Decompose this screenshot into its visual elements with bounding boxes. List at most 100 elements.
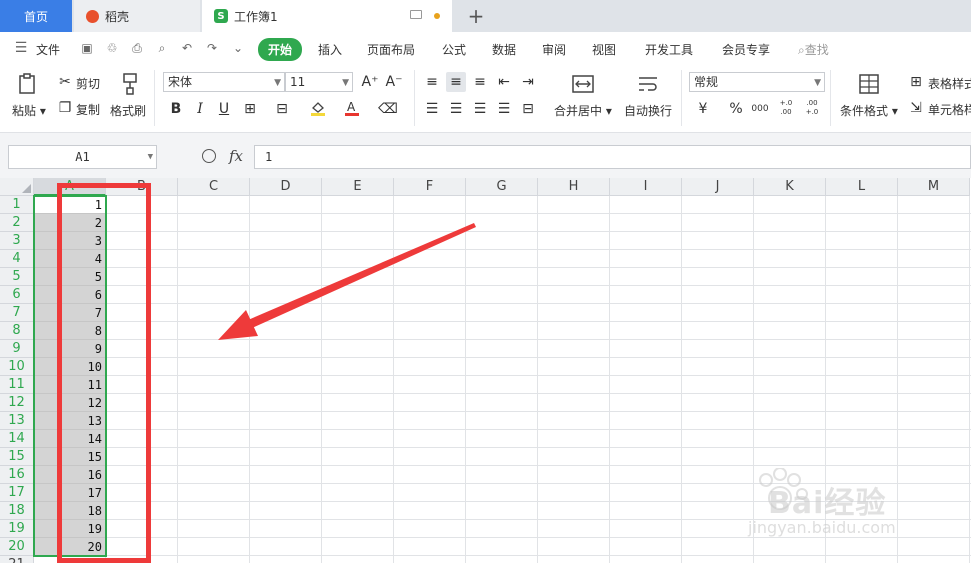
paste-icon[interactable] bbox=[16, 72, 40, 96]
hamburger-icon[interactable]: ☰ bbox=[14, 41, 28, 55]
redo-icon[interactable]: ↷ bbox=[205, 41, 219, 55]
menu-page-layout[interactable]: 页面布局 bbox=[367, 41, 415, 58]
align-left-icon[interactable]: ☰ bbox=[422, 99, 442, 119]
font-name-select[interactable]: 宋体 ▼ bbox=[163, 72, 285, 92]
new-tab-button[interactable]: + bbox=[462, 0, 490, 32]
svg-text:A: A bbox=[347, 100, 356, 114]
spreadsheet-window: 首页 稻壳 S 工作簿1 + ☰ 文件 ▣ ♲ ⎙ ⌕ ↶ ↷ ⌄ 开始 插入 … bbox=[0, 0, 971, 563]
print-icon[interactable]: ⎙ bbox=[130, 41, 144, 55]
fill-color-icon[interactable] bbox=[308, 99, 328, 119]
function-icon[interactable]: fx bbox=[229, 147, 243, 165]
watermark-url: jingyan.baidu.com bbox=[748, 518, 896, 537]
zoom-icon[interactable] bbox=[202, 149, 216, 163]
underline-icon[interactable]: U bbox=[214, 99, 234, 119]
name-box[interactable]: A1 ▼ bbox=[8, 145, 157, 169]
menu-file[interactable]: 文件 bbox=[36, 41, 60, 58]
chevron-down-icon: ▼ bbox=[147, 152, 153, 162]
bold-icon[interactable]: B bbox=[166, 99, 186, 119]
chevron-down-icon: ▼ bbox=[814, 78, 821, 88]
chevron-down-icon: ▼ bbox=[342, 78, 349, 88]
conditional-format-button[interactable]: 条件格式 ▾ bbox=[840, 102, 898, 119]
scissors-icon: ✂ bbox=[59, 74, 71, 90]
formula-input[interactable]: 1 bbox=[254, 145, 971, 169]
undo-icon[interactable]: ↶ bbox=[180, 41, 194, 55]
tab-workbook-label: 工作簿1 bbox=[234, 9, 278, 24]
align-top-icon[interactable]: ≡ bbox=[422, 72, 442, 92]
ribbon-divider bbox=[681, 70, 682, 126]
menu-member[interactable]: 会员专享 bbox=[722, 41, 770, 58]
merge-center-button[interactable]: 合并居中 ▾ bbox=[554, 102, 612, 119]
tab-home[interactable]: 首页 bbox=[0, 0, 72, 32]
spreadsheet-file-icon: S bbox=[214, 9, 228, 23]
thousands-icon[interactable]: 000 bbox=[750, 99, 770, 119]
cell-style-button[interactable]: 单元格样式 bbox=[928, 101, 971, 118]
increase-decimal-icon[interactable]: +.0 .00 bbox=[776, 99, 796, 119]
screen-icon[interactable] bbox=[410, 10, 422, 19]
menu-review[interactable]: 审阅 bbox=[542, 41, 566, 58]
tab-home-label: 首页 bbox=[23, 9, 48, 24]
search-label: 查找 bbox=[804, 43, 829, 57]
justify-icon[interactable]: ☰ bbox=[494, 99, 514, 119]
indent-increase-icon[interactable]: ⇥ bbox=[518, 72, 538, 92]
ribbon-toolbar: 粘贴 ▾ ✂ 剪切 ❐ 复制 格式刷 宋体 ▼ 11 ▼ A⁺ A⁻ B I U ⊞… bbox=[0, 66, 971, 132]
font-size-select[interactable]: 11 ▼ bbox=[285, 72, 353, 92]
format-painter-button[interactable]: 格式刷 bbox=[110, 102, 146, 119]
font-shrink-icon[interactable]: A⁻ bbox=[384, 72, 404, 92]
merge-center-label: 合并居中 bbox=[554, 104, 603, 118]
decrease-decimal-icon[interactable]: .00 +.0 bbox=[802, 99, 822, 119]
daoke-logo-icon bbox=[86, 9, 99, 23]
conditional-format-label: 条件格式 bbox=[840, 104, 889, 118]
format-painter-icon bbox=[118, 72, 142, 96]
increase-decimal-label: +.0 .00 bbox=[779, 99, 793, 116]
thousands-label: 000 bbox=[751, 104, 769, 114]
cloud-icon[interactable]: ♲ bbox=[105, 41, 119, 55]
plus-icon: + bbox=[467, 4, 485, 28]
cut-button[interactable]: 剪切 bbox=[76, 75, 100, 92]
customize-icon[interactable]: ⌄ bbox=[231, 41, 245, 55]
menu-start[interactable]: 开始 bbox=[258, 38, 303, 61]
align-bottom-icon[interactable]: ≡ bbox=[470, 72, 490, 92]
tab-workbook[interactable]: S 工作簿1 bbox=[202, 0, 452, 32]
merge-center-icon bbox=[571, 72, 595, 96]
align-center-icon[interactable]: ☰ bbox=[446, 99, 466, 119]
sheet-grid[interactable]: A B C D E F G H I J K L M 1 2 3 4 5 6 7 8 9 10 11 12 13 14 15 16 17 18… bbox=[0, 178, 971, 563]
percent-label: % bbox=[729, 101, 743, 117]
wrap-text-button[interactable]: 自动换行 bbox=[624, 102, 672, 119]
font-grow-icon[interactable]: A⁺ bbox=[360, 72, 380, 92]
ribbon-divider bbox=[154, 70, 155, 126]
search-icon: ⌕ bbox=[798, 43, 805, 57]
paste-button[interactable]: 粘贴 ▾ bbox=[12, 102, 46, 119]
border-icon[interactable]: ⊞ bbox=[240, 99, 260, 119]
print-preview-icon[interactable]: ⌕ bbox=[155, 41, 169, 55]
menu-search[interactable]: ⌕查找 bbox=[798, 41, 829, 58]
paste-label: 粘贴 bbox=[12, 104, 37, 118]
font-color-icon[interactable]: A bbox=[342, 99, 362, 119]
tab-daoke[interactable]: 稻壳 bbox=[74, 0, 200, 32]
table-style-button[interactable]: 表格样式 bbox=[928, 75, 971, 92]
currency-icon[interactable]: ¥ bbox=[693, 99, 713, 119]
cell-style-icon: ⇲ bbox=[910, 100, 922, 116]
percent-icon[interactable]: % bbox=[726, 99, 746, 119]
copy-icon: ❐ bbox=[58, 100, 72, 116]
menu-data[interactable]: 数据 bbox=[492, 41, 516, 58]
conditional-format-icon bbox=[857, 72, 881, 96]
menu-formula[interactable]: 公式 bbox=[442, 41, 466, 58]
strikethrough-icon[interactable]: ⊟ bbox=[272, 99, 292, 119]
font-name-value: 宋体 bbox=[168, 75, 193, 89]
number-format-select[interactable]: 常规 ▼ bbox=[689, 72, 825, 92]
watermark-brand: Bai经验 bbox=[768, 486, 887, 521]
distributed-icon[interactable]: ⊟ bbox=[518, 99, 538, 119]
eraser-icon[interactable]: ⌫ bbox=[378, 99, 398, 119]
tab-bar: 首页 稻壳 S 工作簿1 + bbox=[0, 0, 971, 32]
menu-dev-tools[interactable]: 开发工具 bbox=[645, 41, 693, 58]
menu-view[interactable]: 视图 bbox=[592, 41, 616, 58]
save-icon[interactable]: ▣ bbox=[80, 41, 94, 55]
indent-decrease-icon[interactable]: ⇤ bbox=[494, 72, 514, 92]
align-right-icon[interactable]: ☰ bbox=[470, 99, 490, 119]
align-middle-icon[interactable]: ≡ bbox=[446, 72, 466, 92]
formula-bar: A1 ▼ fx 1 bbox=[0, 132, 971, 178]
copy-button[interactable]: 复制 bbox=[76, 101, 100, 118]
menu-insert[interactable]: 插入 bbox=[318, 41, 342, 58]
italic-icon[interactable]: I bbox=[190, 99, 210, 119]
wrap-text-icon bbox=[636, 72, 660, 96]
